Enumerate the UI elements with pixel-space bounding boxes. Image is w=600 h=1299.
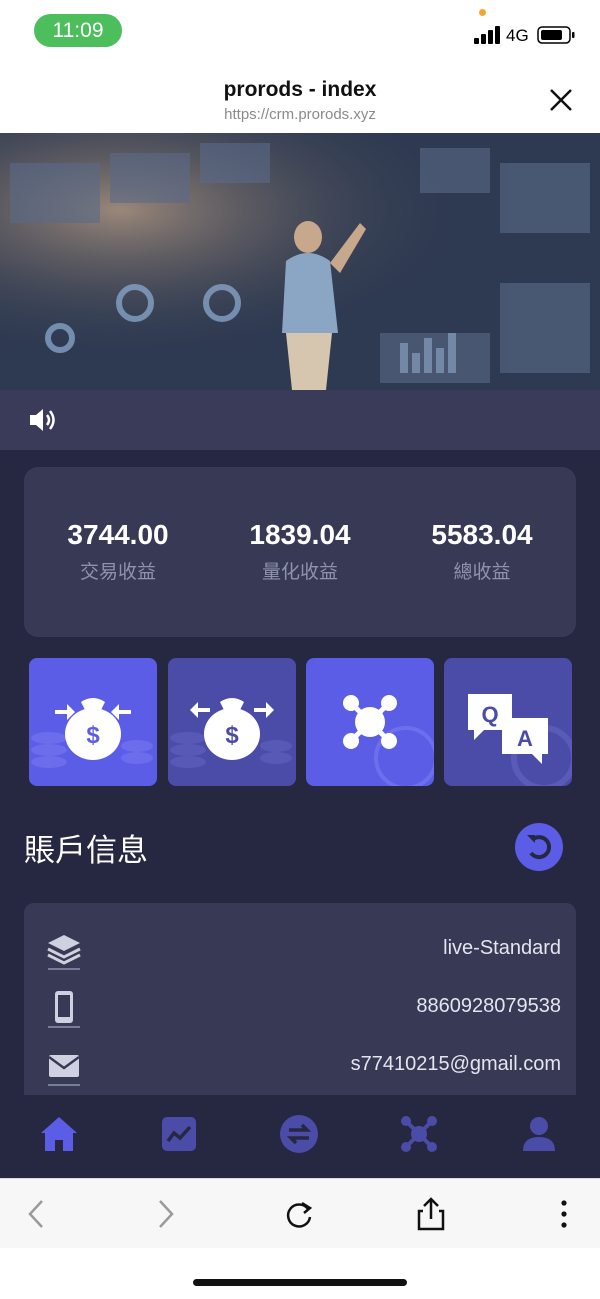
battery-icon (537, 26, 575, 44)
earnings-summary-card: 3744.00 交易收益 1839.04 量化收益 5583.04 總收益 (24, 467, 576, 637)
account-info-title: 賬戶信息 (24, 833, 148, 868)
forward-icon[interactable] (148, 1197, 184, 1231)
reload-icon[interactable] (282, 1197, 318, 1231)
page-title: prorods - index (223, 78, 377, 101)
stat-label: 交易收益 (79, 562, 156, 583)
speaker-icon (30, 409, 55, 431)
layers-icon (47, 935, 81, 970)
mail-icon (48, 1055, 80, 1086)
chart-icon[interactable] (158, 1113, 200, 1155)
network-tile[interactable] (306, 658, 434, 786)
phone-value: 8860928079538 (416, 995, 561, 1017)
network-nav-icon[interactable] (398, 1113, 440, 1155)
share-icon[interactable] (413, 1197, 449, 1231)
browser-toolbar (0, 1178, 600, 1248)
account-row-email: s77410215@gmail.com (24, 1041, 576, 1099)
svg-text:A: A (517, 726, 533, 751)
withdraw-tile[interactable]: $ (168, 658, 296, 786)
network-icon (343, 695, 434, 786)
svg-text:$: $ (86, 722, 100, 749)
refresh-button[interactable] (515, 823, 563, 871)
home-indicator (193, 1279, 407, 1286)
account-info-card: live-Standard 8860928079538 s77410215@gm… (24, 903, 576, 1103)
back-icon[interactable] (18, 1197, 54, 1231)
page-url: https://crm.prorods.xyz (224, 106, 376, 123)
account-row-phone: 8860928079538 (24, 983, 576, 1041)
stat-label: 總收益 (453, 562, 511, 583)
svg-text:$: $ (225, 722, 239, 749)
qa-icon: Q A (468, 694, 572, 786)
stat-label: 量化收益 (261, 562, 338, 583)
browser-header: prorods - index https://crm.prorods.xyz (0, 60, 600, 133)
banner-illustration (0, 133, 600, 390)
app-screen: 3744.00 交易收益 1839.04 量化收益 5583.04 總收益 $ (0, 133, 600, 1178)
stat-value: 1839.04 (249, 519, 351, 550)
email-value: s77410215@gmail.com (350, 1053, 561, 1075)
user-icon[interactable] (518, 1113, 560, 1155)
more-menu-icon[interactable] (546, 1197, 582, 1231)
status-bar: 11:09 4G (0, 0, 600, 60)
home-icon[interactable] (38, 1113, 80, 1155)
announcement-bar[interactable] (0, 390, 600, 450)
status-time: 11:09 (34, 14, 122, 47)
stat-total-earnings: 5583.04 總收益 (390, 519, 574, 584)
account-row-type: live-Standard (24, 925, 576, 983)
money-bag-withdraw-icon: $ (170, 698, 292, 768)
svg-text:Q: Q (481, 702, 498, 727)
phone-icon (48, 991, 80, 1028)
signal-icon (474, 26, 500, 44)
exchange-icon[interactable] (278, 1113, 320, 1155)
stat-value: 5583.04 (431, 519, 533, 550)
stat-quant-earnings: 1839.04 量化收益 (208, 519, 392, 584)
stat-trading-earnings: 3744.00 交易收益 (26, 519, 210, 584)
bottom-navigation (0, 1095, 600, 1178)
deposit-tile[interactable]: $ (29, 658, 157, 786)
money-bag-deposit-icon: $ (31, 698, 153, 768)
close-icon[interactable] (546, 85, 576, 115)
network-type: 4G (506, 26, 529, 45)
banner-image[interactable] (0, 133, 600, 390)
stat-value: 3744.00 (67, 519, 169, 550)
account-type-value: live-Standard (443, 937, 561, 959)
refresh-icon (527, 835, 552, 860)
privacy-indicator-dot (479, 9, 486, 16)
qa-tile[interactable]: Q A (444, 658, 572, 786)
